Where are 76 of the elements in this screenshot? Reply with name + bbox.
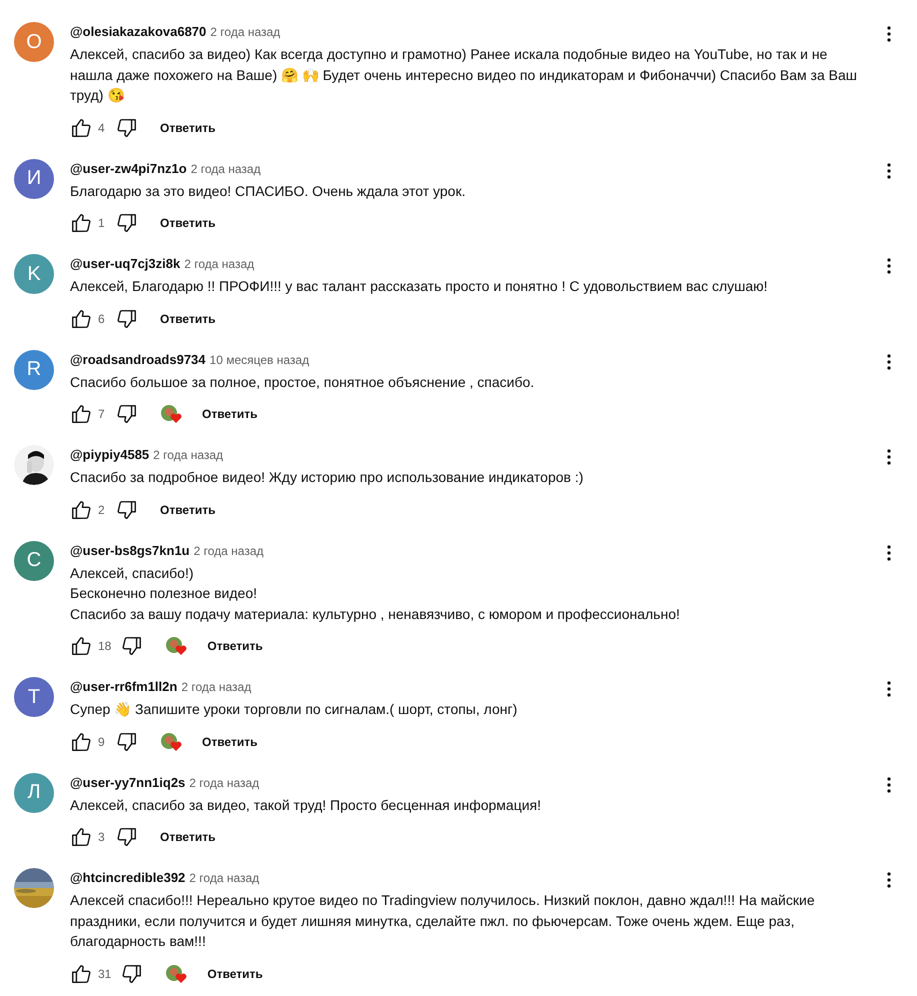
author-name[interactable]: @user-rr6fm1ll2n [70,679,178,694]
thumbs-down-icon[interactable] [116,730,138,752]
more-options-icon[interactable] [887,776,891,792]
thumbs-up-icon[interactable] [70,635,92,657]
like-count: 3 [98,830,106,844]
thumbs-down-icon[interactable] [116,116,138,138]
like-count: 6 [98,312,106,326]
reply-button[interactable]: Ответить [146,822,230,852]
thumbs-down-icon[interactable] [116,498,138,520]
like-count: 4 [98,120,106,134]
comment-time[interactable]: 2 года назад [153,448,224,462]
more-options-icon[interactable] [887,872,891,888]
thumbs-down-icon[interactable] [121,962,144,984]
comment-text: Благодарю за это видео! СПАСИБО. Очень ждала этот урок. [70,182,466,201]
thumbs-up-icon[interactable] [70,826,92,848]
like-count: 31 [98,966,112,980]
reply-button[interactable]: Ответить [146,208,230,238]
comment-text: Алексей, Благодарю !! ПРОФИ!!! у вас талант рассказать просто и понятно ! С удовольствием вас слушаю! [70,277,769,296]
thumbs-down-icon[interactable] [121,635,144,657]
reply-button[interactable]: Ответить [146,494,230,524]
thumbs-up-icon[interactable] [70,730,92,752]
author-name[interactable]: @htcincredible392 [70,870,186,885]
like-count: 18 [98,639,112,653]
comment-text: Супер 👋 Запишите уроки торговли по сигналам.( шорт, стопы, лонг) [70,700,518,719]
like-count: 2 [98,502,106,516]
like-count: 9 [98,734,106,748]
author-name[interactable]: @olesiakazakova6870 [70,24,206,39]
author-name[interactable]: @piypiy4585 [70,447,150,462]
user-avatar[interactable]: C [14,540,54,580]
more-options-icon[interactable] [887,681,891,697]
thumbs-down-icon[interactable] [116,308,138,330]
author-name[interactable]: @user-zw4pi7nz1o [70,160,187,176]
like-count: 1 [98,216,106,230]
author-name[interactable]: @user-bs8gs7kn1u [70,542,190,558]
author-name[interactable]: @user-uq7cj3zi8k [70,256,180,271]
comment-text: Алексей, спасибо за видео) Как всегда доступно и грамотно) Ранее искала подобные видео на YouTube, но так и не нашла даже похожего на Ваше) 🤗 🙌 Будет очень интересно видео по индикаторам и Фибоначчи) Спасибо Вам за Ваш труд) 😘 [70,45,858,105]
thumbs-up-icon[interactable] [70,498,92,520]
thumbs-up-icon[interactable] [70,962,92,984]
more-options-icon[interactable] [887,544,891,560]
more-options-icon[interactable] [887,354,891,370]
reply-button[interactable]: Ответить [188,399,272,429]
more-options-icon[interactable] [887,162,891,178]
comment-time[interactable]: 2 года назад [189,871,260,885]
user-avatar[interactable]: R [14,350,54,390]
thumbs-up-icon[interactable] [70,403,92,425]
thumbs-up-icon[interactable] [70,212,92,234]
comment-time[interactable]: 2 года назад [189,776,260,790]
like-count: 7 [98,407,106,421]
reply-button[interactable]: Ответить [146,304,230,334]
author-name[interactable]: @roadsandroads9734 [70,352,206,366]
comment-text: Алексей, спасибо!) Бесконечно полезное видео! Спасибо за вашу подачу материала: культурно , ненавязчиво, с юмором и профессионально! [70,564,681,624]
reply-button[interactable]: Ответить [146,112,230,142]
user-avatar[interactable]: T [14,677,54,717]
reply-button[interactable]: Ответить [193,631,277,661]
comment-time[interactable]: 2 года назад [194,544,264,558]
comment-text: Алексей, спасибо за видео, такой труд! Просто бесценная информация! [70,796,542,815]
user-avatar[interactable]: И [14,158,54,198]
thumbs-up-icon[interactable] [70,308,92,330]
comment-text: Спасибо большое за полное, простое, понятное объяснение , спасибо. [70,372,536,392]
comment-time[interactable]: 2 года назад [184,257,254,271]
thumbs-up-icon[interactable] [70,116,92,138]
thumbs-down-icon[interactable] [116,212,138,234]
comment-time[interactable]: 2 года назад [181,680,252,694]
reply-button[interactable]: Ответить [188,726,272,756]
thumbs-down-icon[interactable] [116,826,138,848]
thumbs-down-icon[interactable] [116,403,138,425]
comment-text: Алексей спасибо!!! Нереально крутое видео по Tradingview получилось. Низкий поклон, давно ждал!!! На майские праздники, если получится и будет лишняя минутка, сделайте пжл. по фьючерсам. Тоже очень ждем. Еще раз, благодарность вам!!! [70,891,816,951]
more-options-icon[interactable] [887,449,891,465]
more-options-icon[interactable] [887,258,891,274]
reply-button[interactable]: Ответить [193,958,277,988]
comment-time[interactable]: 2 года назад [210,25,280,39]
comment-time[interactable]: 10 месяцев назад [210,352,310,366]
comment-time[interactable]: 2 года назад [190,162,261,176]
more-options-icon[interactable] [887,26,891,42]
author-name[interactable]: @user-yy7nn1iq2s [70,774,186,790]
comment-text: Спасибо за подробное видео! Жду историю про использование индикаторов :) [70,468,584,487]
